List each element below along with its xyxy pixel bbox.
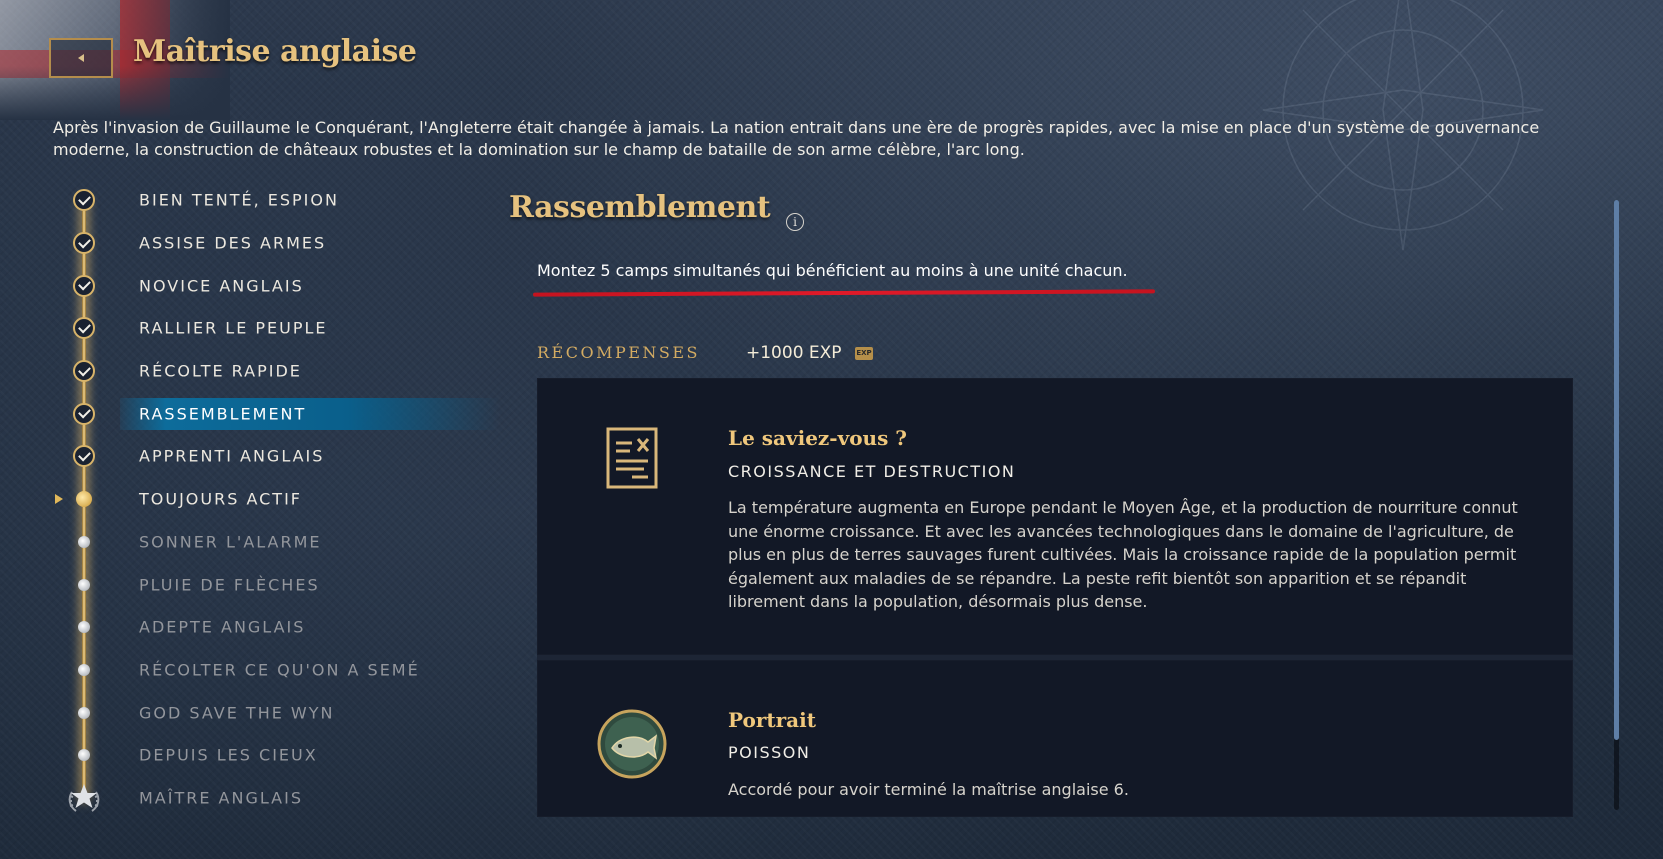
locked-node-icon — [78, 663, 90, 676]
milestone-label: RALLIER LE PEUPLE — [139, 318, 328, 338]
locked-node-icon — [78, 535, 90, 548]
milestone-label: APPRENTI ANGLAIS — [139, 446, 325, 466]
completed-check-icon — [73, 360, 95, 383]
reward-heading: Le saviez-vous ? — [728, 426, 908, 450]
milestone-item[interactable]: RÉCOLTER CE QU'ON A SEMÉ — [0, 649, 500, 692]
milestone-item[interactable]: APPRENTI ANGLAIS — [0, 435, 500, 478]
milestone-item[interactable]: RALLIER LE PEUPLE — [0, 307, 500, 350]
milestone-label: ASSISE DES ARMES — [139, 233, 327, 253]
milestone-label: RASSEMBLEMENT — [139, 404, 307, 424]
reward-heading: Portrait — [728, 708, 816, 732]
milestone-list: BIEN TENTÉ, ESPION ASSISE DES ARMES NOVI… — [0, 179, 500, 819]
milestone-label: TOUJOURS ACTIF — [139, 489, 302, 509]
back-arrow-icon — [78, 54, 84, 62]
milestone-label: RÉCOLTER CE QU'ON A SEMÉ — [139, 660, 420, 680]
milestone-item[interactable]: SONNER L'ALARME — [0, 521, 500, 564]
reward-text: Accordé pour avoir terminé la maîtrise a… — [728, 780, 1129, 799]
milestone-item[interactable]: MAÎTRE ANGLAIS — [0, 777, 500, 820]
current-pointer-icon — [55, 494, 63, 505]
back-button[interactable] — [49, 38, 113, 78]
milestone-label: BIEN TENTÉ, ESPION — [139, 190, 339, 210]
milestone-label: MAÎTRE ANGLAIS — [139, 788, 303, 808]
milestone-label: NOVICE ANGLAIS — [139, 276, 304, 296]
milestone-item[interactable]: BIEN TENTÉ, ESPION — [0, 179, 500, 222]
milestone-item[interactable]: GOD SAVE THE WYN — [0, 691, 500, 734]
laurel-star-icon — [68, 783, 100, 812]
locked-node-icon — [78, 749, 90, 762]
completed-check-icon — [73, 189, 95, 212]
mastery-description: Après l'invasion de Guillaume le Conquér… — [53, 118, 1540, 159]
milestone-item[interactable]: DEPUIS LES CIEUX — [0, 734, 500, 777]
locked-node-icon — [78, 578, 90, 591]
detail-scrollbar[interactable] — [1614, 200, 1619, 810]
milestone-label: PLUIE DE FLÈCHES — [139, 575, 320, 595]
reward-card: Le saviez-vous ? CROISSANCE ET DESTRUCTI… — [537, 378, 1573, 655]
milestone-item[interactable]: ASSISE DES ARMES — [0, 222, 500, 265]
milestone-objective: Montez 5 camps simultanés qui bénéficien… — [537, 261, 1128, 280]
milestone-item[interactable]: NOVICE ANGLAIS — [0, 264, 500, 307]
milestone-label: DEPUIS LES CIEUX — [139, 745, 318, 765]
milestone-item-selected[interactable]: RASSEMBLEMENT — [0, 392, 500, 435]
completed-check-icon — [73, 274, 95, 297]
milestone-label: GOD SAVE THE WYN — [139, 703, 335, 723]
completed-check-icon — [73, 232, 95, 255]
locked-node-icon — [78, 621, 90, 634]
completed-check-icon — [73, 317, 95, 340]
milestone-label: ADEPTE ANGLAIS — [139, 617, 306, 637]
objective-highlight-underline — [532, 289, 1156, 297]
page-title: Maîtrise anglaise — [133, 34, 417, 69]
document-icon — [606, 427, 658, 489]
milestone-item-current[interactable]: TOUJOURS ACTIF — [0, 478, 500, 521]
reward-text: La température augmenta en Europe pendan… — [728, 498, 1518, 611]
locked-node-icon — [78, 706, 90, 719]
completed-check-icon — [73, 402, 95, 425]
exp-reward: +1000 EXP — [746, 343, 842, 363]
reward-subheading: CROISSANCE ET DESTRUCTION — [728, 462, 1016, 481]
milestone-title: Rassemblement — [509, 190, 771, 225]
completed-check-icon — [73, 445, 95, 468]
scrollbar-thumb[interactable] — [1614, 200, 1619, 740]
milestone-item[interactable]: ADEPTE ANGLAIS — [0, 606, 500, 649]
milestone-item[interactable]: RÉCOLTE RAPIDE — [0, 350, 500, 393]
reward-card: Portrait POISSON Accordé pour avoir term… — [537, 660, 1573, 817]
milestone-label: RÉCOLTE RAPIDE — [139, 361, 302, 381]
exp-badge-icon: EXP — [855, 347, 873, 360]
rewards-label: RÉCOMPENSES — [537, 343, 701, 362]
milestone-label: SONNER L'ALARME — [139, 532, 322, 552]
reward-subheading: POISSON — [728, 743, 811, 762]
info-icon[interactable]: i — [786, 213, 804, 231]
milestone-item[interactable]: PLUIE DE FLÈCHES — [0, 563, 500, 606]
current-node-icon — [76, 491, 92, 508]
fish-portrait-icon — [597, 709, 667, 779]
